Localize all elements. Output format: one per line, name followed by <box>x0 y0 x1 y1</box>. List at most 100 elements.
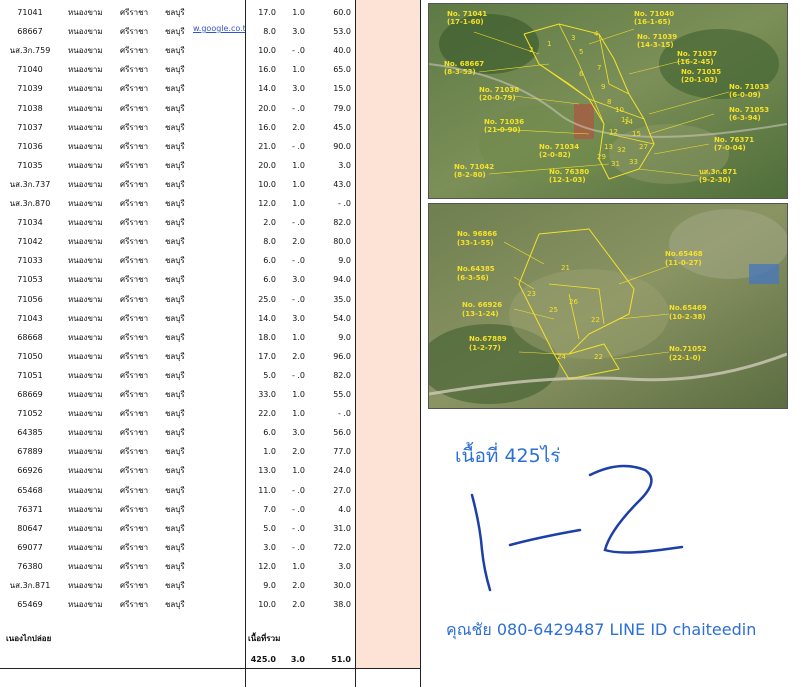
village-name: หนองขาม <box>68 313 103 323</box>
map-parcel-label: (16-2-45) <box>677 58 714 66</box>
wa-value: - .0 <box>337 409 351 419</box>
district-name: ศรีราชา <box>120 428 149 438</box>
table-row: 71056 หนองขาม ศรีราชา ชลบุรี 25.0 - .0 35.0 <box>0 290 360 309</box>
province-name: ชลบุรี <box>165 504 185 514</box>
rai-value: 10.0 <box>258 179 276 189</box>
table-row: นส.3ก.737 หนองขาม ศรีราชา ชลบุรี 10.0 1.0 43.0 <box>0 175 360 194</box>
rai-value: 10.0 <box>258 600 276 610</box>
ngan-value: 1.0 <box>292 199 305 208</box>
map-plot-number: 24 <box>557 353 566 361</box>
district-name: ศรีราชา <box>120 160 149 170</box>
village-name: หนองขาม <box>68 27 103 37</box>
map-parcel-label: (20-0-79) <box>479 94 516 102</box>
wa-value: 79.0 <box>333 103 351 113</box>
table-row: 71036 หนองขาม ศรีราชา ชลบุรี 21.0 - .0 90.0 <box>0 137 360 156</box>
map-top-svg: No. 71041(17-1-60) No. 71040(16-1-65) No. … <box>429 4 787 198</box>
map-plot-number: 23 <box>527 290 536 298</box>
village-name: หนองขาม <box>68 351 103 361</box>
ngan-value: 2.0 <box>292 581 305 590</box>
map-plot-number: 25 <box>549 306 558 314</box>
district-name: ศรีราชา <box>120 447 149 457</box>
village-name: หนองขาม <box>68 485 103 495</box>
ngan-value: 2.0 <box>292 351 305 361</box>
map-parcel-label: (14-3-15) <box>637 41 674 49</box>
deed-number: 71050 <box>17 351 43 361</box>
ngan-value: - .0 <box>291 370 305 380</box>
district-name: ศรีราชา <box>120 466 149 476</box>
table-row: 71040 หนองขาม ศรีราชา ชลบุรี 16.0 1.0 65.0 <box>0 60 360 79</box>
district-name: ศรีราชา <box>120 275 149 285</box>
province-name: ชลบุรี <box>165 160 185 170</box>
province-name: ชลบุรี <box>165 199 185 208</box>
village-name: หนองขาม <box>68 65 103 75</box>
deed-number: 66926 <box>17 466 43 476</box>
map-plot-number: 2 <box>529 46 533 54</box>
village-name: หนองขาม <box>68 542 103 552</box>
table-row: 71053 หนองขาม ศรีราชา ชลบุรี 6.0 3.0 94.0 <box>0 270 360 289</box>
ngan-value: 1.0 <box>292 8 305 17</box>
map-plot-number: 5 <box>579 48 583 56</box>
district-name: ศรีราชา <box>120 103 149 113</box>
google-link[interactable]: w.google.co.th <box>193 24 245 33</box>
district-name: ศรีราชา <box>120 313 149 323</box>
village-name: หนองขาม <box>68 332 103 342</box>
deed-number: 71034 <box>17 218 43 228</box>
province-name: ชลบุรี <box>165 65 185 75</box>
table-row: นส.3ก.759 หนองขาม ศรีราชา ชลบุรี 10.0 - .0 40.… <box>0 41 360 60</box>
map-parcel-label: No. 71035 <box>681 68 721 76</box>
ngan-value: 1.0 <box>292 65 305 75</box>
ngan-value: 1.0 <box>292 332 305 342</box>
village-name: หนองขาม <box>68 103 103 113</box>
rai-value: 5.0 <box>263 370 276 380</box>
ngan-value: 1.0 <box>292 179 305 189</box>
wa-value: 96.0 <box>333 351 351 361</box>
rai-value: 14.0 <box>258 313 276 323</box>
map-parcel-label: No.67889 <box>469 335 507 343</box>
map-bottom-svg: No. 96866(33-1-55) No.65468(11-0-27) No.64… <box>429 204 787 408</box>
deed-number: นส.3ก.737 <box>9 179 51 189</box>
table-row: 71038 หนองขาม ศรีราชา ชลบุรี 20.0 - .0 79.0 <box>0 99 360 118</box>
map-parcel-label: (22-1-0) <box>669 354 701 362</box>
wa-value: 4.0 <box>338 504 351 514</box>
ngan-value: - .0 <box>291 294 305 304</box>
village-name: หนองขาม <box>68 46 103 56</box>
deed-number: 71033 <box>17 256 43 266</box>
province-name: ชลบุรี <box>165 46 185 56</box>
rai-value: 17.0 <box>258 351 276 361</box>
wa-value: 9.0 <box>338 332 351 342</box>
rai-value: 12.0 <box>258 561 276 571</box>
rai-value: 8.0 <box>263 27 276 37</box>
table-row: 71050 หนองขาม ศรีราชา ชลบุรี 17.0 2.0 96.0 <box>0 347 360 366</box>
map-plot-number: 12 <box>609 128 618 136</box>
wa-value: 90.0 <box>333 141 351 151</box>
ngan-value: 3.0 <box>292 275 305 285</box>
province-name: ชลบุรี <box>165 390 185 399</box>
map-parcel-label: No. 71039 <box>637 33 677 41</box>
province-name: ชลบุรี <box>165 294 185 304</box>
village-name: หนองขาม <box>68 256 103 266</box>
rai-value: 6.0 <box>263 428 276 438</box>
district-name: ศรีราชา <box>120 370 149 380</box>
province-name: ชลบุรี <box>165 275 185 285</box>
map-parcel-label: (21-0-90) <box>484 126 521 134</box>
wa-value: 38.0 <box>333 600 351 610</box>
rai-value: 11.0 <box>258 485 276 495</box>
deed-number: 65468 <box>17 485 43 495</box>
district-name: ศรีราชา <box>120 542 149 552</box>
wa-value: 55.0 <box>333 390 351 399</box>
table-row: 71034 หนองขาม ศรีราชา ชลบุรี 2.0 - .0 82.0 <box>0 213 360 232</box>
district-name: ศรีราชา <box>120 409 149 419</box>
deed-number: 71056 <box>17 294 43 304</box>
district-name: ศรีราชา <box>120 485 149 495</box>
ngan-value: - .0 <box>291 103 305 113</box>
table-row: 71035 หนองขาม ศรีราชา ชลบุรี 20.0 1.0 3.0 <box>0 156 360 175</box>
village-name: หนองขาม <box>68 294 103 304</box>
table-row: 76380 หนองขาม ศรีราชา ชลบุรี 12.0 1.0 3.0 <box>0 557 360 576</box>
village-name: หนองขาม <box>68 275 103 285</box>
map-parcel-label: No. 68667 <box>444 60 484 68</box>
totals-row: 425.0 3.0 51.0 <box>0 650 360 669</box>
map-parcel-label: No. 71034 <box>539 143 579 151</box>
ngan-value: 2.0 <box>292 237 305 247</box>
rai-value: 8.0 <box>263 237 276 247</box>
rai-value: 25.0 <box>258 294 276 304</box>
